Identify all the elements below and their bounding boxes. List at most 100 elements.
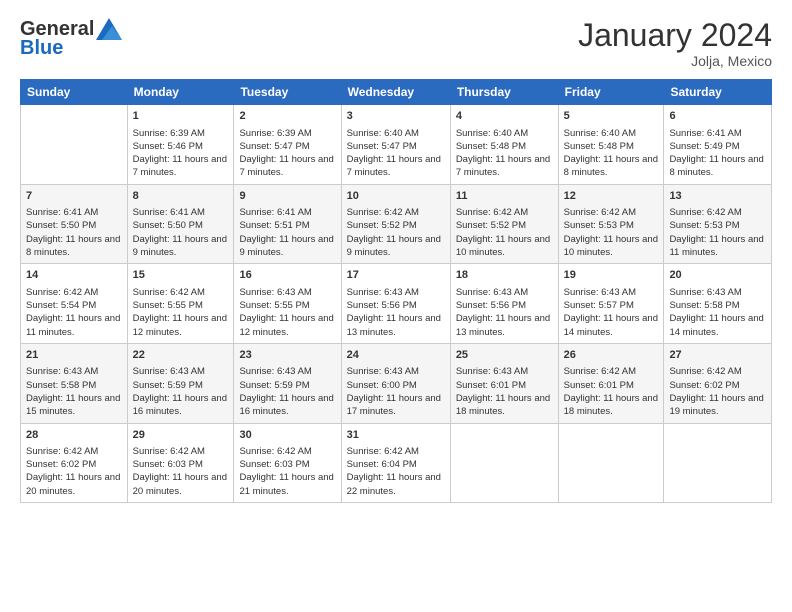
sunrise: Sunrise: 6:42 AM <box>456 207 528 218</box>
header-cell-wednesday: Wednesday <box>341 80 450 105</box>
day-number: 12 <box>564 189 659 204</box>
day-number: 3 <box>347 109 445 124</box>
day-cell: 18Sunrise: 6:43 AMSunset: 5:56 PMDayligh… <box>450 264 558 344</box>
day-number: 2 <box>239 109 335 124</box>
day-cell <box>450 423 558 503</box>
daylight: Daylight: 11 hours and 13 minutes. <box>347 313 441 337</box>
day-cell: 14Sunrise: 6:42 AMSunset: 5:54 PMDayligh… <box>21 264 128 344</box>
sunset: Sunset: 5:57 PM <box>564 300 634 311</box>
day-cell: 19Sunrise: 6:43 AMSunset: 5:57 PMDayligh… <box>558 264 664 344</box>
daylight: Daylight: 11 hours and 12 minutes. <box>239 313 333 337</box>
header-cell-tuesday: Tuesday <box>234 80 341 105</box>
sunset: Sunset: 5:50 PM <box>26 220 96 231</box>
daylight: Daylight: 11 hours and 17 minutes. <box>347 393 441 417</box>
day-cell: 10Sunrise: 6:42 AMSunset: 5:52 PMDayligh… <box>341 184 450 264</box>
page: General Blue January 2024 Jolja, Mexico … <box>0 0 792 612</box>
sunrise: Sunrise: 6:43 AM <box>133 366 205 377</box>
week-row-4: 21Sunrise: 6:43 AMSunset: 5:58 PMDayligh… <box>21 343 772 423</box>
day-cell: 17Sunrise: 6:43 AMSunset: 5:56 PMDayligh… <box>341 264 450 344</box>
daylight: Daylight: 11 hours and 9 minutes. <box>347 234 441 258</box>
header-cell-friday: Friday <box>558 80 664 105</box>
day-number: 7 <box>26 189 122 204</box>
sunset: Sunset: 5:56 PM <box>347 300 417 311</box>
sunrise: Sunrise: 6:42 AM <box>669 207 741 218</box>
sunset: Sunset: 6:04 PM <box>347 459 417 470</box>
sunset: Sunset: 5:58 PM <box>669 300 739 311</box>
sunset: Sunset: 6:03 PM <box>239 459 309 470</box>
sunrise: Sunrise: 6:43 AM <box>239 366 311 377</box>
daylight: Daylight: 11 hours and 10 minutes. <box>564 234 658 258</box>
header-cell-monday: Monday <box>127 80 234 105</box>
sunrise: Sunrise: 6:43 AM <box>347 366 419 377</box>
daylight: Daylight: 11 hours and 18 minutes. <box>564 393 658 417</box>
sunrise: Sunrise: 6:42 AM <box>347 446 419 457</box>
sunset: Sunset: 5:47 PM <box>347 141 417 152</box>
day-cell: 2Sunrise: 6:39 AMSunset: 5:47 PMDaylight… <box>234 105 341 185</box>
day-number: 21 <box>26 348 122 363</box>
logo: General Blue <box>20 18 122 60</box>
sunrise: Sunrise: 6:42 AM <box>133 446 205 457</box>
day-number: 20 <box>669 268 766 283</box>
day-number: 31 <box>347 428 445 443</box>
sunset: Sunset: 5:56 PM <box>456 300 526 311</box>
title-block: January 2024 Jolja, Mexico <box>578 18 772 69</box>
day-number: 6 <box>669 109 766 124</box>
sunrise: Sunrise: 6:42 AM <box>347 207 419 218</box>
sunset: Sunset: 5:47 PM <box>239 141 309 152</box>
sunrise: Sunrise: 6:41 AM <box>133 207 205 218</box>
day-cell: 11Sunrise: 6:42 AMSunset: 5:52 PMDayligh… <box>450 184 558 264</box>
daylight: Daylight: 11 hours and 14 minutes. <box>564 313 658 337</box>
daylight: Daylight: 11 hours and 10 minutes. <box>456 234 550 258</box>
header-cell-thursday: Thursday <box>450 80 558 105</box>
day-cell: 28Sunrise: 6:42 AMSunset: 6:02 PMDayligh… <box>21 423 128 503</box>
day-cell: 25Sunrise: 6:43 AMSunset: 6:01 PMDayligh… <box>450 343 558 423</box>
sunset: Sunset: 6:02 PM <box>26 459 96 470</box>
header-cell-saturday: Saturday <box>664 80 772 105</box>
day-number: 14 <box>26 268 122 283</box>
day-cell: 27Sunrise: 6:42 AMSunset: 6:02 PMDayligh… <box>664 343 772 423</box>
sunset: Sunset: 5:53 PM <box>669 220 739 231</box>
daylight: Daylight: 11 hours and 22 minutes. <box>347 472 441 496</box>
week-row-1: 1Sunrise: 6:39 AMSunset: 5:46 PMDaylight… <box>21 105 772 185</box>
sunset: Sunset: 5:54 PM <box>26 300 96 311</box>
sunset: Sunset: 5:48 PM <box>564 141 634 152</box>
day-number: 17 <box>347 268 445 283</box>
sunrise: Sunrise: 6:40 AM <box>347 128 419 139</box>
day-number: 1 <box>133 109 229 124</box>
day-number: 13 <box>669 189 766 204</box>
day-number: 26 <box>564 348 659 363</box>
week-row-2: 7 Sunrise: 6:41 AM Sunset: 5:50 PM Daylight… <box>21 184 772 264</box>
sunrise: Sunrise: 6:42 AM <box>564 366 636 377</box>
daylight: Daylight: 11 hours and 18 minutes. <box>456 393 550 417</box>
day-number: 28 <box>26 428 122 443</box>
day-number: 8 <box>133 189 229 204</box>
day-cell: 21Sunrise: 6:43 AMSunset: 5:58 PMDayligh… <box>21 343 128 423</box>
day-cell <box>558 423 664 503</box>
day-number: 22 <box>133 348 229 363</box>
day-cell <box>664 423 772 503</box>
sunrise: Sunrise: 6:39 AM <box>239 128 311 139</box>
sunset: Sunset: 5:59 PM <box>239 380 309 391</box>
day-cell: 1Sunrise: 6:39 AMSunset: 5:46 PMDaylight… <box>127 105 234 185</box>
logo-blue: Blue <box>20 37 63 60</box>
day-number: 27 <box>669 348 766 363</box>
sunrise: Sunrise: 6:41 AM <box>26 207 98 218</box>
sunrise: Sunrise: 6:42 AM <box>133 287 205 298</box>
daylight: Daylight: 11 hours and 15 minutes. <box>26 393 120 417</box>
day-cell: 7Sunrise: 6:41 AMSunset: 5:50 PMDaylight… <box>21 184 128 264</box>
sunset: Sunset: 6:03 PM <box>133 459 203 470</box>
sunset: Sunset: 5:51 PM <box>239 220 309 231</box>
daylight: Daylight: 11 hours and 9 minutes. <box>239 234 333 258</box>
day-cell: 12Sunrise: 6:42 AMSunset: 5:53 PMDayligh… <box>558 184 664 264</box>
day-number: 30 <box>239 428 335 443</box>
daylight: Daylight: 11 hours and 19 minutes. <box>669 393 763 417</box>
sunrise: Sunrise: 6:39 AM <box>133 128 205 139</box>
day-cell: 22Sunrise: 6:43 AMSunset: 5:59 PMDayligh… <box>127 343 234 423</box>
sunrise: Sunrise: 6:42 AM <box>239 446 311 457</box>
day-cell: 30Sunrise: 6:42 AMSunset: 6:03 PMDayligh… <box>234 423 341 503</box>
daylight: Daylight: 11 hours and 7 minutes. <box>347 154 441 178</box>
sunrise: Sunrise: 6:43 AM <box>26 366 98 377</box>
sunset: Sunset: 5:52 PM <box>347 220 417 231</box>
header: General Blue January 2024 Jolja, Mexico <box>20 18 772 69</box>
daylight: Daylight: 11 hours and 7 minutes. <box>133 154 227 178</box>
